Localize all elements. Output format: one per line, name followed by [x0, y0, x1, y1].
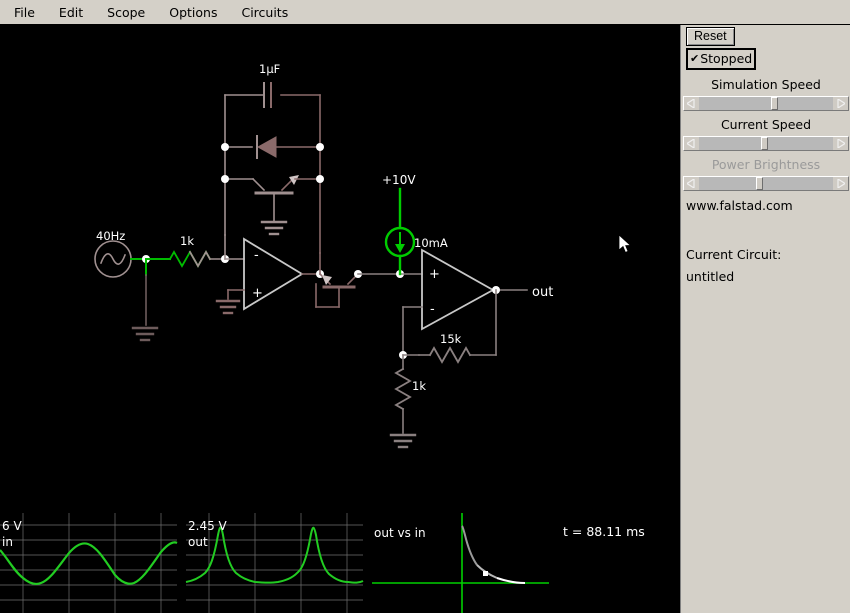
time-readout: t = 88.11 ms: [563, 524, 645, 539]
ground-symbol: [260, 220, 288, 236]
stopped-label: Stopped: [700, 51, 753, 66]
transistor-arrow: [289, 175, 299, 185]
control-sidebar: Reset ✔ Stopped Simulation Speed Current…: [680, 25, 850, 613]
slider-left-arrow-icon[interactable]: [684, 97, 699, 110]
menu-item-scope[interactable]: Scope: [97, 3, 155, 22]
opamp-1-plus-label: +: [252, 286, 263, 301]
slider-right-arrow-icon[interactable]: [833, 97, 848, 110]
circuit-simulator-window: File Edit Scope Options Circuits 1µF 40H…: [0, 0, 850, 613]
ground-symbol: [215, 299, 241, 315]
scope-in-trace-label: in: [2, 535, 13, 549]
menu-item-circuits[interactable]: Circuits: [231, 3, 298, 22]
simulation-speed-label: Simulation Speed: [711, 77, 821, 92]
current-speed-thumb[interactable]: [761, 137, 768, 150]
diode-triangle: [256, 136, 277, 158]
slider-left-arrow-icon[interactable]: [684, 177, 699, 190]
scope-in-value: 6 V: [2, 519, 22, 533]
menu-bar: File Edit Scope Options Circuits: [0, 0, 850, 25]
menu-item-options[interactable]: Options: [159, 3, 227, 22]
resistor-15k: [428, 346, 472, 364]
menu-item-edit[interactable]: Edit: [49, 3, 93, 22]
wire-trans-collector: [251, 177, 266, 192]
node-dot: [316, 143, 324, 151]
node-dot: [316, 175, 324, 183]
ac-source-wave: [99, 253, 127, 265]
simulation-speed-slider[interactable]: [683, 96, 849, 111]
scope-xy-marker: [483, 571, 488, 576]
simulation-speed-thumb[interactable]: [771, 97, 778, 110]
resistor-1k-gnd: [394, 367, 412, 411]
scope-out[interactable]: 2.45 V out: [185, 513, 364, 613]
website-link[interactable]: www.falstad.com: [686, 198, 793, 213]
ac-source-label: 40Hz: [96, 229, 125, 243]
circuit-canvas[interactable]: 1µF 40Hz 1k - + +10V 10mA + - out 15k 1k…: [0, 25, 680, 613]
power-brightness-label: Power Brightness: [711, 157, 821, 172]
scope-out-value: 2.45 V: [188, 519, 228, 533]
ground-symbol: [131, 326, 159, 342]
current-speed-slider[interactable]: [683, 136, 849, 151]
scope-in-bg: [0, 513, 177, 613]
resistor-1k-in-label: 1k: [180, 234, 194, 248]
scope-out-trace-label: out: [188, 535, 208, 549]
slider-left-arrow-icon[interactable]: [684, 137, 699, 150]
scope-in[interactable]: 6 V in: [0, 513, 178, 613]
opamp-2-body: [421, 248, 495, 331]
opamp-2-minus-label: -: [430, 302, 435, 317]
resistor-1k-in-right: [188, 250, 212, 268]
scope-xy-trace-label: out vs in: [374, 526, 426, 540]
opamp-1-minus-label: -: [254, 248, 259, 263]
reset-button[interactable]: Reset: [686, 27, 735, 46]
opamp-2-plus-label: +: [429, 267, 440, 282]
stopped-checkbox[interactable]: ✔ Stopped: [686, 48, 756, 70]
node-dot: [221, 143, 229, 151]
capacitor-label: 1µF: [259, 62, 280, 76]
ground-symbol: [389, 433, 417, 449]
slider-right-arrow-icon[interactable]: [833, 177, 848, 190]
node-dot: [221, 175, 229, 183]
resistor-15k-label: 15k: [440, 332, 462, 346]
scope-xy[interactable]: out vs in: [372, 513, 549, 613]
checkmark-icon: ✔: [690, 52, 700, 65]
power-brightness-slider[interactable]: [683, 176, 849, 191]
power-brightness-thumb[interactable]: [756, 177, 763, 190]
menu-item-file[interactable]: File: [4, 3, 45, 22]
rail-label: +10V: [382, 173, 416, 187]
current-source-label: 10mA: [414, 236, 448, 250]
output-label: out: [532, 285, 553, 300]
current-circuit-name: untitled: [686, 269, 735, 284]
resistor-1k-gnd-label: 1k: [412, 379, 426, 393]
current-circuit-label: Current Circuit:: [686, 247, 782, 262]
slider-right-arrow-icon[interactable]: [833, 137, 848, 150]
current-source-arrow-head: [395, 244, 405, 253]
current-speed-label: Current Speed: [720, 117, 812, 132]
